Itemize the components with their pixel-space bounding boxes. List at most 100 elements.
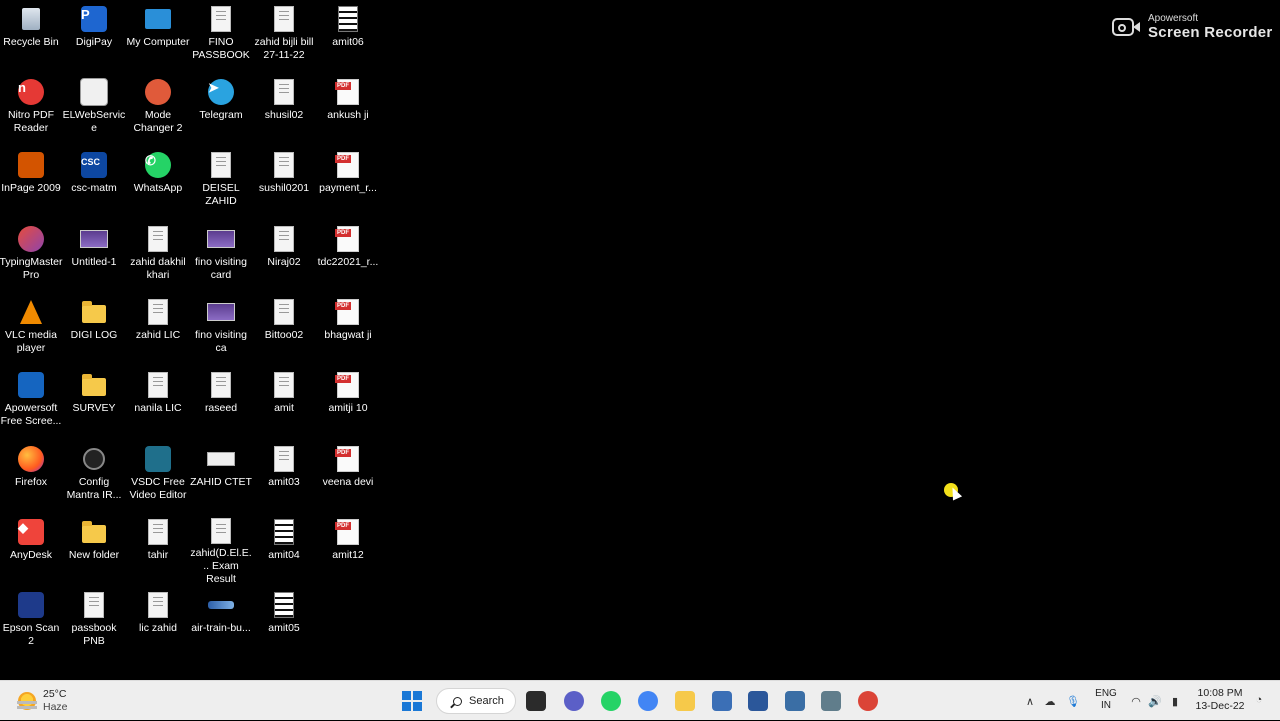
desktop-icon[interactable]: tahir	[126, 513, 190, 585]
word-icon	[748, 691, 768, 711]
desktop-icon-label: Telegram	[199, 109, 243, 121]
desktop-icon[interactable]: ➤ Telegram	[189, 73, 253, 145]
desktop-icon[interactable]: P DigiPay	[62, 0, 126, 72]
desktop-icon[interactable]: zahid(D.El.E... Exam Result	[189, 513, 253, 585]
desktop-icon[interactable]: Recycle Bin	[0, 0, 63, 72]
desktop-icon[interactable]: air-train-bu...	[189, 586, 253, 658]
desktop-icon[interactable]: FINO PASSBOOK	[189, 0, 253, 72]
desktop-icon[interactable]: sushil0201	[252, 146, 316, 218]
desktop-icon[interactable]: New folder	[62, 513, 126, 585]
striped-document-icon	[270, 518, 298, 546]
desktop-icon[interactable]: fino visiting ca	[189, 293, 253, 365]
weather-widget[interactable]: 25°C Haze	[14, 687, 124, 715]
desktop-icon[interactable]: lic zahid	[126, 586, 190, 658]
taskbar-app-button[interactable]	[522, 687, 550, 715]
taskbar-app-button[interactable]	[817, 687, 845, 715]
desktop-icon[interactable]: bhagwat ji	[316, 293, 380, 365]
desktop-icon[interactable]: n Nitro PDF Reader	[0, 73, 63, 145]
calculator-icon	[785, 691, 805, 711]
desktop-icon[interactable]: ◆ AnyDesk	[0, 513, 63, 585]
desktop-icon-label: amit12	[332, 549, 364, 561]
taskbar-app-button[interactable]	[708, 687, 736, 715]
taskbar-app-button[interactable]	[634, 687, 662, 715]
desktop-icon-label: amit	[274, 402, 294, 414]
desktop-icon[interactable]: Mode Changer 2	[126, 73, 190, 145]
inpage-icon	[17, 151, 45, 179]
desktop-icon[interactable]: ZAHID CTET	[189, 440, 253, 512]
typingmaster-icon	[17, 225, 45, 253]
desktop-icon-label: csc-matm	[71, 182, 117, 194]
desktop-icon[interactable]: ankush ji	[316, 73, 380, 145]
taskbar-app-button[interactable]	[560, 687, 588, 715]
desktop-icon[interactable]: raseed	[189, 366, 253, 438]
desktop-icon[interactable]: SURVEY	[62, 366, 126, 438]
desktop-icon[interactable]: VSDC Free Video Editor	[126, 440, 190, 512]
desktop-icon[interactable]: amit06	[316, 0, 380, 72]
desktop-icon[interactable]: veena devi	[316, 440, 380, 512]
language-indicator[interactable]: ENG IN	[1093, 688, 1119, 712]
desktop-icon[interactable]: TypingMaster Pro	[0, 220, 63, 292]
desktop-icon[interactable]: CSC csc-matm	[62, 146, 126, 218]
image-file-icon	[80, 225, 108, 253]
taskbar-app-button[interactable]	[854, 687, 882, 715]
desktop-icon[interactable]: Epson Scan 2	[0, 586, 63, 658]
volume-icon[interactable]: 🔊	[1147, 693, 1163, 709]
desktop-icon[interactable]: My Computer	[126, 0, 190, 72]
desktop-icon[interactable]: VLC media player	[0, 293, 63, 365]
show-hidden-icons-chevron-icon[interactable]: ∧	[1022, 693, 1038, 709]
document-icon	[80, 591, 108, 619]
onedrive-cloud-icon[interactable]: ☁	[1042, 693, 1058, 709]
desktop-icon-label: FINO PASSBOOK	[192, 36, 250, 61]
microphone-icon[interactable]: 🎙	[1065, 693, 1081, 709]
desktop-icon[interactable]: Niraj02	[252, 220, 316, 292]
desktop-icon[interactable]: payment_r...	[316, 146, 380, 218]
desktop-icon[interactable]: amit05	[252, 586, 316, 658]
desktop-icon[interactable]: zahid dakhil khari	[126, 220, 190, 292]
chrome-alt-icon	[858, 691, 878, 711]
desktop-icon[interactable]: amit12	[316, 513, 380, 585]
desktop-icon[interactable]: DIGI LOG	[62, 293, 126, 365]
desktop-icon[interactable]: amit03	[252, 440, 316, 512]
desktop-icon[interactable]: shusil02	[252, 73, 316, 145]
desktop-icon[interactable]: passbook PNB	[62, 586, 126, 658]
desktop-icon[interactable]: Bittoo02	[252, 293, 316, 365]
taskbar-search-button[interactable]: Search	[436, 688, 516, 714]
taskbar-app-button[interactable]	[781, 687, 809, 715]
desktop-icon[interactable]: amit	[252, 366, 316, 438]
desktop-icon[interactable]: fino visiting card	[189, 220, 253, 292]
taskbar-app-button[interactable]	[671, 687, 699, 715]
desktop-icon[interactable]: InPage 2009	[0, 146, 63, 218]
desktop-icon[interactable]: zahid LIC	[126, 293, 190, 365]
desktop-icon-label: TypingMaster Pro	[0, 256, 63, 281]
pdf-icon	[334, 78, 362, 106]
start-button[interactable]	[398, 687, 426, 715]
desktop[interactable]: Recycle Bin P DigiPay My Computer FINO PASSB…	[0, 0, 1280, 680]
desktop-icon-label: Recycle Bin	[3, 36, 59, 48]
desktop-icon-label: lic zahid	[139, 622, 177, 634]
desktop-icon[interactable]: nanila LIC	[126, 366, 190, 438]
desktop-icon[interactable]: zahid bijli bill 27-11-22	[252, 0, 316, 72]
wifi-icon[interactable]: ◠	[1128, 693, 1144, 709]
desktop-icon[interactable]: Config Mantra IR...	[62, 440, 126, 512]
taskbar-clock[interactable]: 10:08 PM 13-Dec-22	[1190, 687, 1250, 713]
csc-icon: CSC	[80, 151, 108, 179]
desktop-icon[interactable]: amit04	[252, 513, 316, 585]
desktop-icon[interactable]: Apowersoft Free Scree...	[0, 366, 63, 438]
desktop-icon[interactable]: Untitled-1	[62, 220, 126, 292]
remote-app-icon	[821, 691, 841, 711]
desktop-icon[interactable]: tdc22021_r...	[316, 220, 380, 292]
desktop-icon[interactable]: Firefox	[0, 440, 63, 512]
whatsapp-taskbar-icon	[601, 691, 621, 711]
desktop-icon[interactable]: ELWebService	[62, 73, 126, 145]
desktop-icon-label: New folder	[68, 549, 120, 561]
battery-icon[interactable]: ▮	[1167, 693, 1183, 709]
screen-recorder-watermark: Apowersoft Screen Recorder	[1112, 12, 1272, 44]
desktop-icon[interactable]: DEISEL ZAHID	[189, 146, 253, 218]
teams-chat-icon	[564, 691, 584, 711]
desktop-icon[interactable]: ✆ WhatsApp	[126, 146, 190, 218]
desktop-icon[interactable]: amitji 10	[316, 366, 380, 438]
taskbar-app-button[interactable]	[597, 687, 625, 715]
firefox-icon	[17, 445, 45, 473]
taskbar-app-button[interactable]	[744, 687, 772, 715]
notification-bell-icon[interactable]: ◔	[1252, 693, 1266, 707]
